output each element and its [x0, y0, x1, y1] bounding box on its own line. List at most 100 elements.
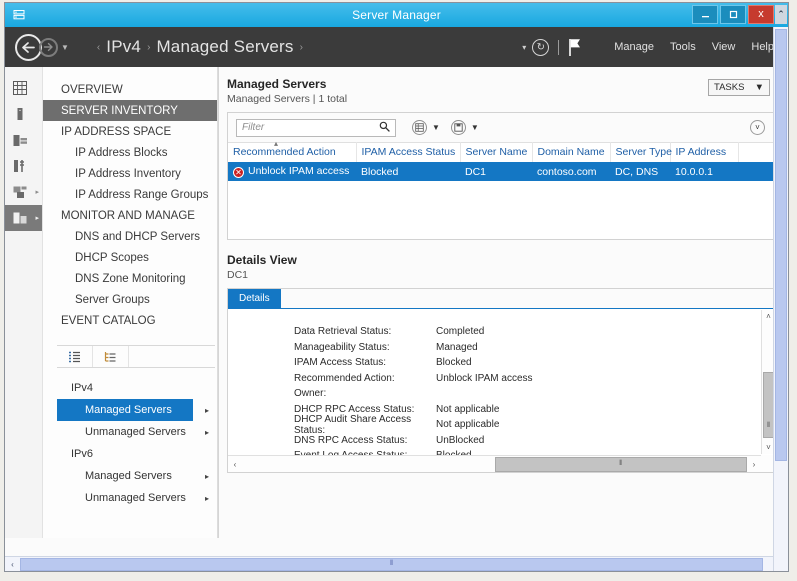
- chevron-down-icon: ▼: [755, 82, 764, 93]
- tasks-button[interactable]: TASKS ▼: [708, 79, 770, 96]
- tree-view-tab-icon[interactable]: [93, 346, 129, 367]
- tree-node-ipv4-unmanaged-servers[interactable]: Unmanaged Servers ▸: [57, 421, 215, 443]
- dhcp-icon[interactable]: ▸: [5, 179, 42, 205]
- menu-manage[interactable]: Manage: [614, 41, 654, 53]
- back-button[interactable]: [15, 34, 42, 61]
- detail-value: Blocked: [436, 357, 472, 368]
- dashboard-icon[interactable]: [5, 75, 42, 101]
- sidebar-item-dns-and-dhcp-servers[interactable]: DNS and DHCP Servers: [43, 226, 217, 247]
- tree-node-ipv4-managed-servers[interactable]: Managed Servers ▸: [57, 399, 193, 421]
- minimize-button[interactable]: [692, 5, 718, 24]
- local-server-icon[interactable]: [5, 101, 42, 127]
- cell-ip-address: 10.0.0.1: [670, 162, 738, 181]
- column-header-domain-name[interactable]: Domain Name: [532, 143, 610, 163]
- breadcrumb-item-managed-servers[interactable]: Managed Servers: [156, 37, 293, 57]
- tab-details[interactable]: Details: [228, 289, 281, 308]
- tree-expand-icon[interactable]: ▸: [205, 472, 209, 481]
- notifications-flag-icon[interactable]: [568, 38, 582, 57]
- all-servers-icon[interactable]: [5, 127, 42, 153]
- breadcrumb-item-ipv4[interactable]: IPv4: [106, 37, 141, 57]
- column-header-server-name[interactable]: Server Name: [460, 143, 532, 163]
- page-subtitle: Managed Servers | 1 total: [227, 93, 776, 105]
- page-horizontal-scroll-thumb[interactable]: ⦀: [20, 558, 763, 571]
- sidebar-item-ip-address-space[interactable]: IP ADDRESS SPACE: [43, 121, 217, 142]
- chevron-down-expander-icon[interactable]: ˅: [750, 120, 765, 135]
- tree-node-ipv6[interactable]: IPv6: [57, 443, 215, 465]
- history-dropdown-caret[interactable]: ▼: [61, 43, 69, 52]
- sidebar-item-overview[interactable]: OVERVIEW: [43, 79, 217, 100]
- navbar-divider: [558, 40, 559, 55]
- breadcrumb: ‹ IPv4 › Managed Servers ›: [91, 37, 309, 57]
- table-header-row: ▴ Recommended Action IPAM Access Status …: [228, 143, 775, 163]
- page-vertical-scrollbar[interactable]: [773, 27, 788, 571]
- menu-help[interactable]: Help: [751, 41, 774, 53]
- rail-expand-icon-selected[interactable]: ▸: [35, 214, 39, 222]
- scroll-left-button[interactable]: ‹: [228, 457, 242, 472]
- page-horizontal-scroll-track[interactable]: ⦀: [20, 558, 773, 571]
- restore-button[interactable]: [720, 5, 746, 24]
- tree-node-ipv6-unmanaged-servers[interactable]: Unmanaged Servers ▸: [57, 487, 215, 509]
- server-tree: IPv4 Managed Servers ▸ Unmanaged Servers…: [57, 368, 215, 509]
- column-header-recommended-action[interactable]: ▴ Recommended Action: [228, 143, 356, 163]
- page-scroll-left-button[interactable]: ‹: [5, 560, 20, 569]
- sidebar-item-dhcp-scopes[interactable]: DHCP Scopes: [43, 247, 217, 268]
- horizontal-scroll-thumb[interactable]: ⦀: [495, 457, 748, 472]
- sidebar-nav-list: OVERVIEW SERVER INVENTORY IP ADDRESS SPA…: [43, 67, 217, 331]
- close-button[interactable]: x: [748, 5, 774, 24]
- detail-row-data-retrieval-status: Data Retrieval Status: Completed: [294, 324, 775, 340]
- refresh-icon[interactable]: ↻: [532, 39, 549, 56]
- forward-button[interactable]: [39, 38, 58, 57]
- detail-label: Data Retrieval Status:: [294, 326, 436, 337]
- ipam-icon[interactable]: ▸: [5, 205, 42, 231]
- scroll-right-button[interactable]: ›: [747, 457, 761, 472]
- save-query-dropdown-caret[interactable]: ▼: [471, 123, 479, 132]
- rail-expand-icon[interactable]: ▸: [35, 188, 39, 196]
- menu-tools[interactable]: Tools: [670, 41, 696, 53]
- columns-filter-icon[interactable]: [412, 120, 427, 135]
- breadcrumb-lead-chevron[interactable]: ‹: [97, 42, 100, 53]
- file-storage-services-icon[interactable]: [5, 153, 42, 179]
- sidebar-item-monitor-and-manage[interactable]: MONITOR AND MANAGE: [43, 205, 217, 226]
- sidebar-item-ip-address-inventory[interactable]: IP Address Inventory: [43, 163, 217, 184]
- horizontal-scroll-track[interactable]: ⦀: [242, 457, 747, 472]
- sidebar-item-server-inventory[interactable]: SERVER INVENTORY: [43, 100, 217, 121]
- breadcrumb-separator: ›: [147, 42, 150, 53]
- column-header-server-type[interactable]: Server Type: [610, 143, 670, 163]
- navbar-overflow-caret[interactable]: ▾: [522, 43, 526, 52]
- tree-expand-icon[interactable]: ▸: [205, 428, 209, 437]
- sidebar-item-dns-zone-monitoring[interactable]: DNS Zone Monitoring: [43, 268, 217, 289]
- column-header-ipam-access-status[interactable]: IPAM Access Status: [356, 143, 460, 163]
- tree-expand-icon[interactable]: ▸: [205, 494, 209, 503]
- main-pane: Managed Servers Managed Servers | 1 tota…: [218, 67, 788, 549]
- managed-servers-table: ▴ Recommended Action IPAM Access Status …: [228, 142, 775, 181]
- list-view-tab-icon[interactable]: [57, 346, 93, 367]
- page-vertical-scroll-thumb[interactable]: [775, 29, 787, 461]
- page-horizontal-scrollbar[interactable]: ‹ ⦀: [5, 556, 773, 571]
- search-icon[interactable]: [379, 119, 390, 137]
- search-placeholder: Filter: [242, 122, 264, 133]
- column-header-ip-address[interactable]: IP Address: [670, 143, 738, 163]
- server-manager-window: Server Manager x ⌃: [0, 0, 797, 581]
- sidebar-item-server-groups[interactable]: Server Groups: [43, 289, 217, 310]
- page-title: Managed Servers: [227, 77, 776, 91]
- cell-text: Unblock IPAM access: [248, 165, 349, 177]
- tree-node-ipv4[interactable]: IPv4: [57, 377, 215, 399]
- save-query-icon[interactable]: [451, 120, 466, 135]
- table-row[interactable]: ✕Unblock IPAM access Blocked DC1 contoso…: [228, 162, 775, 181]
- grid-empty-area: [228, 181, 775, 239]
- tree-node-ipv6-managed-servers[interactable]: Managed Servers ▸: [57, 465, 215, 487]
- server-tree-panel: IPv4 Managed Servers ▸ Unmanaged Servers…: [57, 345, 215, 549]
- details-panel: Details Data Retrieval Status: Completed…: [227, 288, 776, 473]
- sidebar-item-ip-address-range-groups[interactable]: IP Address Range Groups: [43, 184, 217, 205]
- sidebar-item-ip-address-blocks[interactable]: IP Address Blocks: [43, 142, 217, 163]
- columns-dropdown-caret[interactable]: ▼: [432, 123, 440, 132]
- collapse-ribbon-button[interactable]: ⌃: [775, 5, 787, 24]
- server-manager-icon: [8, 4, 30, 26]
- detail-value: Not applicable: [436, 419, 499, 430]
- detail-label: IPAM Access Status:: [294, 357, 436, 368]
- details-horizontal-scrollbar[interactable]: ‹ ⦀ ›: [228, 455, 761, 472]
- menu-view[interactable]: View: [712, 41, 736, 53]
- sidebar-item-event-catalog[interactable]: EVENT CATALOG: [43, 310, 217, 331]
- search-input[interactable]: Filter: [236, 119, 396, 137]
- tree-expand-icon[interactable]: ▸: [205, 406, 209, 415]
